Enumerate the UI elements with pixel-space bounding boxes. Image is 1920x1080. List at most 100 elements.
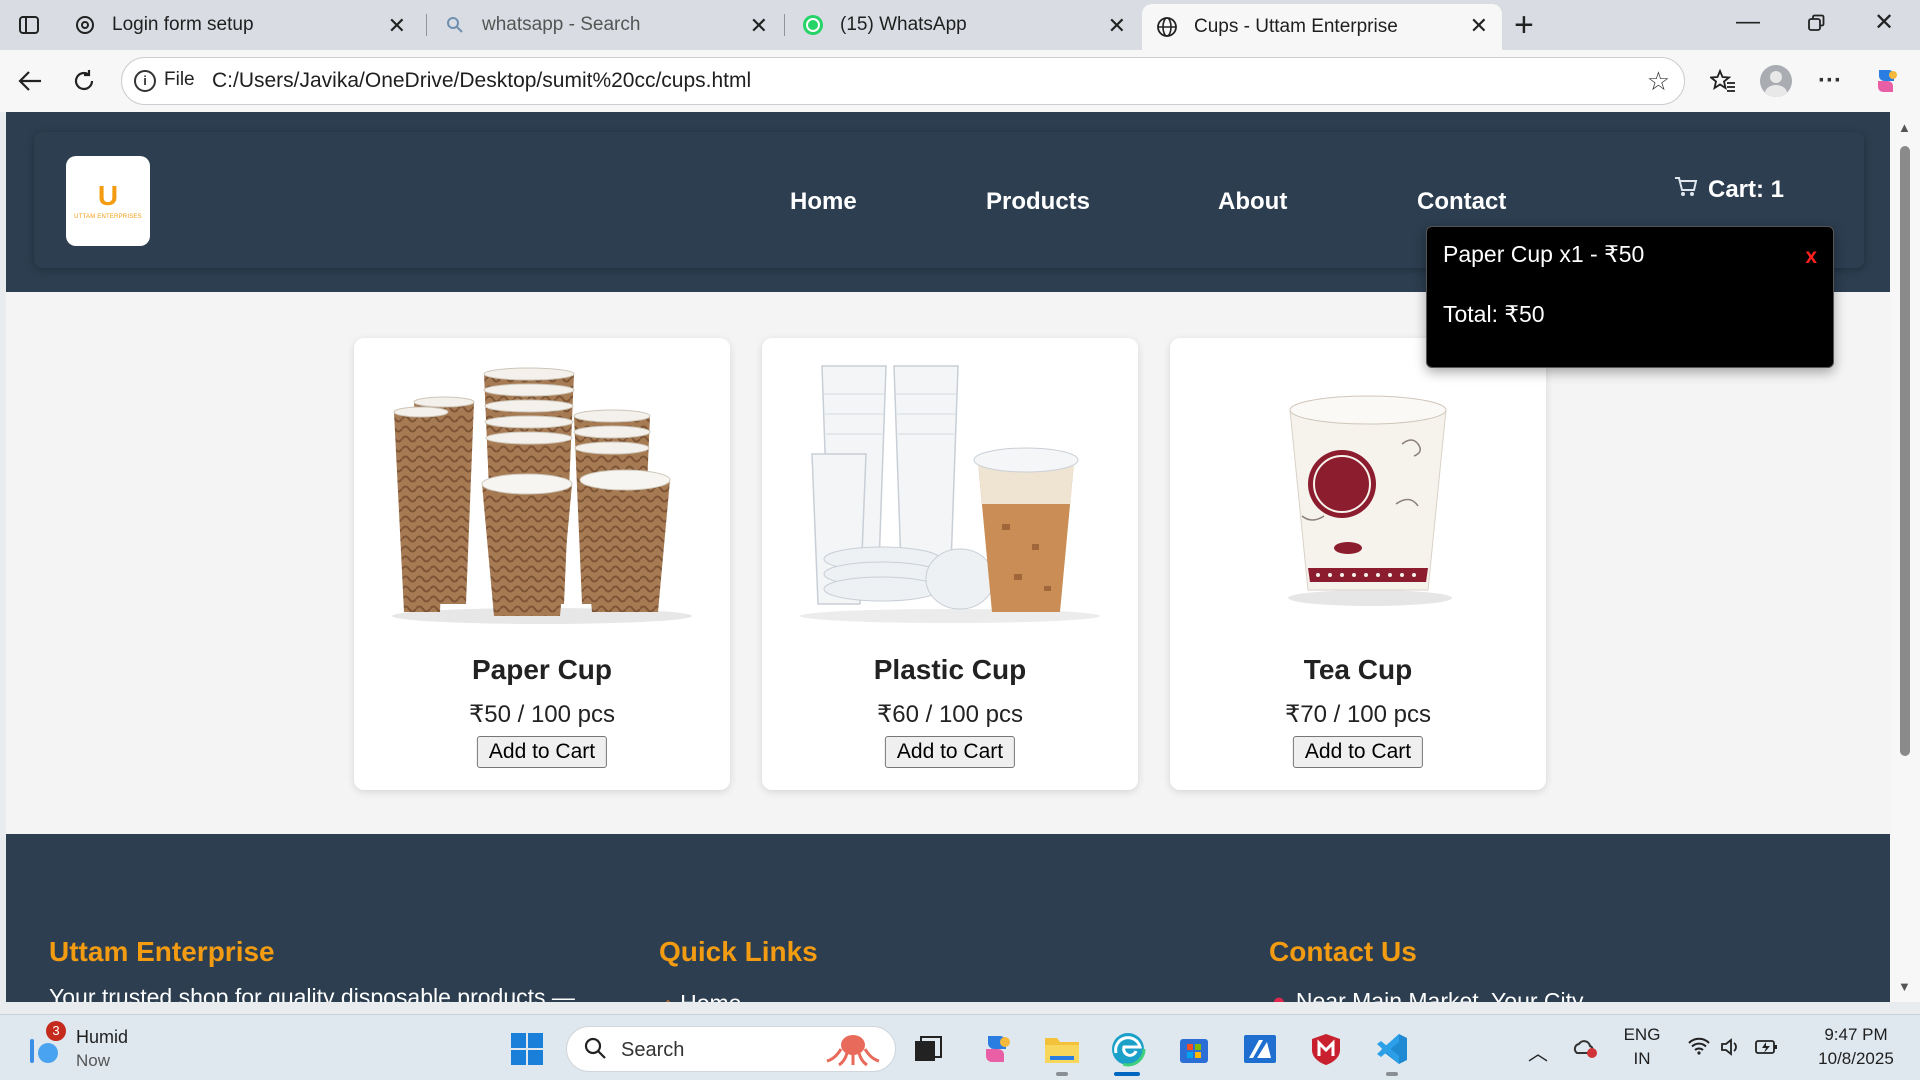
logo[interactable]: U UTTAM ENTERPRISES — [66, 156, 150, 246]
product-price: ₹70 / 100 pcs — [1284, 701, 1432, 728]
windows-start-icon[interactable] — [505, 1027, 549, 1071]
task-view-icon[interactable] — [906, 1027, 950, 1071]
scheme-label: File — [164, 69, 195, 90]
address-text: Near Main Market, Your City — [1295, 988, 1584, 1002]
add-to-cart-button[interactable]: Add to Cart — [884, 736, 1016, 768]
close-cart-button[interactable]: x — [1805, 245, 1817, 269]
tea-cup-image — [1190, 354, 1526, 624]
weather-title[interactable]: Humid — [76, 1027, 128, 1048]
product-name: Paper Cup — [471, 654, 613, 685]
weather-subtitle: Now — [76, 1051, 111, 1070]
footer-links-title: Quick Links — [659, 936, 818, 967]
close-window-icon[interactable]: ✕ — [1864, 8, 1904, 37]
footer-about-text: Your trusted shop for quality disposable… — [49, 984, 575, 1002]
tab-whatsapp[interactable]: (15) WhatsApp ✕ — [788, 4, 1140, 46]
notification-badge: 3 — [46, 1021, 66, 1041]
cart-item: Paper Cup x1 - ₹50 — [1443, 241, 1645, 267]
cart-label: Cart: 1 — [1708, 176, 1785, 203]
add-to-cart-button[interactable]: Add to Cart — [476, 736, 608, 768]
footer-contact-address: ● Near Main Market, Your City — [1272, 988, 1584, 1002]
product-price: ₹50 / 100 pcs — [468, 701, 616, 728]
taskbar: 3 Humid Now Search ︿ ENG IN 9:47 PM 10/8… — [0, 1014, 1920, 1080]
page-viewport: U UTTAM ENTERPRISES Home Products About … — [6, 112, 1890, 1002]
nav-home[interactable]: Home — [790, 188, 857, 216]
azure-icon[interactable] — [1238, 1027, 1282, 1071]
close-tab-icon[interactable]: ✕ — [1470, 13, 1488, 39]
location-pin-icon: ● — [1272, 988, 1286, 1002]
info-icon[interactable]: i — [134, 70, 156, 92]
url-text[interactable]: C:/Users/Javika/OneDrive/Desktop/sumit%2… — [212, 69, 751, 93]
mcafee-icon[interactable] — [1304, 1027, 1348, 1071]
whatsapp-icon — [802, 14, 824, 36]
running-indicator — [1056, 1072, 1068, 1076]
search-label: Search — [621, 1039, 685, 1061]
product-card-tea-cup: Tea Cup ₹70 / 100 pcs Add to Cart — [1170, 338, 1546, 790]
file-explorer-icon[interactable] — [1040, 1027, 1084, 1071]
vscode-icon[interactable] — [1370, 1027, 1414, 1071]
language-bottom[interactable]: IN — [1620, 1049, 1664, 1069]
running-indicator — [1386, 1072, 1398, 1076]
logo-mark: U — [97, 180, 119, 211]
tab-separator — [784, 14, 785, 36]
address-bar[interactable]: i File C:/Users/Javika/OneDrive/Desktop/… — [121, 57, 1685, 105]
tab-title: Login form setup — [112, 14, 254, 35]
scroll-thumb[interactable] — [1900, 146, 1910, 756]
volume-icon[interactable] — [1720, 1037, 1742, 1063]
close-tab-icon[interactable]: ✕ — [1108, 13, 1126, 39]
favorites-icon[interactable] — [1704, 62, 1742, 100]
chevron-up-icon[interactable]: ︿ — [1528, 1037, 1548, 1066]
new-tab-button[interactable]: + — [1514, 6, 1534, 45]
reload-icon[interactable] — [66, 63, 102, 99]
footer-contact-title: Contact Us — [1269, 936, 1417, 967]
tab-separator — [426, 14, 427, 36]
active-indicator — [1114, 1072, 1140, 1076]
tab-whatsapp-search[interactable]: whatsapp - Search ✕ — [430, 4, 782, 46]
footer-link-label: Home — [680, 990, 741, 1002]
onedrive-error-icon[interactable] — [1572, 1037, 1598, 1065]
product-name: Tea Cup — [1303, 654, 1413, 685]
footer-link-home[interactable]: ⌂ Home — [662, 990, 741, 1002]
site-footer: Uttam Enterprise Your trusted shop for q… — [6, 834, 1890, 1002]
edge-browser-icon[interactable] — [1106, 1027, 1150, 1071]
search-icon — [444, 14, 466, 36]
cart-icon — [1674, 176, 1698, 204]
more-options-icon[interactable]: ··· — [1811, 62, 1849, 100]
wifi-icon[interactable] — [1688, 1037, 1710, 1061]
globe-icon — [1156, 16, 1178, 38]
paper-cup-image — [374, 354, 710, 624]
logo-text: UTTAM ENTERPRISES — [74, 214, 142, 220]
back-arrow-icon[interactable] — [12, 63, 48, 99]
cart-button[interactable]: Cart: 1 — [1674, 176, 1784, 204]
tab-login-form[interactable]: Login form setup ✕ — [60, 4, 420, 46]
nav-about[interactable]: About — [1218, 188, 1287, 216]
nav-products[interactable]: Products — [986, 188, 1090, 216]
close-tab-icon[interactable]: ✕ — [750, 13, 768, 39]
scroll-down-arrow-icon[interactable]: ▼ — [1898, 979, 1911, 994]
restore-icon[interactable] — [1796, 8, 1836, 39]
product-card-paper-cup: Paper Cup ₹50 / 100 pcs Add to Cart — [354, 338, 730, 790]
scroll-up-arrow-icon[interactable]: ▲ — [1898, 120, 1911, 135]
close-tab-icon[interactable]: ✕ — [388, 13, 406, 39]
copilot-app-icon[interactable] — [974, 1027, 1018, 1071]
clock-time[interactable]: 9:47 PM — [1806, 1025, 1906, 1045]
home-icon: ⌂ — [662, 994, 674, 1002]
tab-strip: Login form setup ✕ whatsapp - Search ✕ (… — [0, 0, 1920, 50]
taskbar-search[interactable]: Search — [566, 1026, 896, 1072]
tab-title: (15) WhatsApp — [840, 14, 967, 35]
page-scrollbar[interactable]: ▲ ▼ — [1890, 112, 1920, 1002]
add-to-cart-button[interactable]: Add to Cart — [1292, 736, 1424, 768]
nav-contact[interactable]: Contact — [1417, 188, 1506, 216]
copilot-icon[interactable] — [1867, 62, 1905, 100]
minimize-icon[interactable]: — — [1728, 8, 1768, 36]
battery-icon[interactable] — [1754, 1037, 1780, 1063]
clock-date[interactable]: 10/8/2025 — [1806, 1049, 1906, 1069]
microsoft-store-icon[interactable] — [1172, 1027, 1216, 1071]
favorite-star-icon[interactable]: ☆ — [1647, 66, 1670, 97]
tab-cups-uttam[interactable]: Cups - Uttam Enterprise ✕ — [1142, 4, 1502, 50]
profile-avatar[interactable] — [1757, 62, 1795, 100]
language-top[interactable]: ENG — [1620, 1025, 1664, 1045]
tab-actions-icon[interactable] — [14, 11, 44, 39]
plastic-cup-image — [782, 354, 1118, 624]
product-name: Plastic Cup — [873, 654, 1027, 685]
tab-title: whatsapp - Search — [482, 14, 641, 35]
